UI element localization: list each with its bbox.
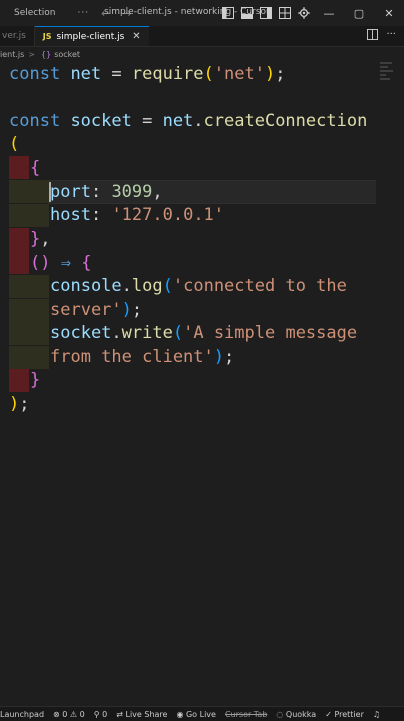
error-icon: ⊗: [53, 709, 60, 719]
antenna-icon: ⚲: [93, 709, 100, 719]
live-share-icon: ⇄: [116, 709, 123, 719]
tab-label: ver.js: [2, 31, 26, 41]
minimize-button[interactable]: —: [314, 0, 344, 26]
code-line-5: {: [30, 158, 41, 178]
notifications-bell-icon[interactable]: ♫: [373, 710, 380, 719]
menu-more[interactable]: ···: [77, 8, 89, 18]
status-bar: Launchpad ⊗ 0 ⚠ 0 ⚲ 0 ⇄ Live Share ◉ Go …: [0, 706, 404, 721]
live-share-item[interactable]: ⇄ Live Share: [116, 710, 167, 719]
breadcrumb: ient.js > {} socket: [0, 47, 404, 61]
indent-guide: [9, 275, 49, 298]
indent-guide: [9, 156, 29, 179]
menu-selection[interactable]: Selection: [14, 8, 55, 18]
indent-guide: [9, 299, 49, 322]
tab-simple-client-js[interactable]: JS simple-client.js ✕: [34, 26, 149, 46]
code-line-14: }: [30, 370, 41, 390]
code-line-7: host: '127.0.0.1': [50, 205, 225, 225]
code-editor[interactable]: const net = require('net'); const socket…: [0, 62, 404, 702]
cursor-tab-item[interactable]: Cursor Tab: [225, 710, 267, 719]
indent-guide: [9, 251, 29, 274]
code-line-9: () ⇒ {: [30, 253, 92, 273]
toggle-sidebar-icon[interactable]: [219, 4, 237, 22]
indent-guide: [9, 369, 29, 392]
indent-guide: [9, 180, 49, 203]
close-window-button[interactable]: ✕: [374, 0, 404, 26]
indent-guide: [9, 346, 49, 369]
quokka-icon: ◌: [276, 709, 284, 719]
editor-actions: ···: [367, 29, 396, 43]
close-tab-icon[interactable]: ✕: [132, 31, 140, 42]
indent-guide: [9, 228, 29, 251]
quokka-item[interactable]: ◌ Quokka: [276, 710, 316, 719]
problems-item[interactable]: ⊗ 0 ⚠ 0: [53, 710, 85, 719]
ports-item[interactable]: ⚲ 0: [94, 710, 108, 719]
code-line-8: },: [30, 229, 51, 249]
indent-guide: [9, 204, 49, 227]
code-line-3: const socket = net.createConnection: [9, 111, 368, 131]
prettier-item[interactable]: ✓ Prettier: [325, 710, 364, 719]
maximize-button[interactable]: ▢: [344, 0, 374, 26]
launchpad-item[interactable]: Launchpad: [0, 710, 44, 719]
code-line-11: server');: [50, 300, 143, 320]
toggle-secondary-sidebar-icon[interactable]: [257, 4, 275, 22]
breadcrumb-separator: >: [28, 49, 35, 59]
minimap[interactable]: [380, 62, 394, 82]
code-line-4: (: [9, 134, 20, 154]
code-line-12: socket.write('A simple message: [50, 323, 358, 343]
go-live-item[interactable]: ◉ Go Live: [176, 710, 216, 719]
text-cursor: [49, 182, 51, 202]
breadcrumb-symbol[interactable]: socket: [54, 50, 80, 59]
split-editor-icon[interactable]: [367, 29, 379, 43]
code-line-13: from the client');: [50, 347, 235, 367]
more-actions-icon[interactable]: ···: [386, 29, 396, 43]
title-bar-controls: — ▢ ✕: [219, 0, 404, 26]
settings-gear-icon[interactable]: [295, 4, 313, 22]
title-bar: Selection ··· ← → simple-client.js - net…: [0, 0, 404, 27]
javascript-file-icon: JS: [42, 32, 52, 41]
indent-guide: [9, 322, 49, 345]
code-line-15: );: [9, 394, 30, 414]
code-line-1: const net = require('net');: [9, 64, 286, 84]
tab-label: simple-client.js: [56, 31, 125, 42]
warning-icon: ⚠: [69, 709, 78, 719]
tab-server-js[interactable]: ver.js: [0, 26, 35, 46]
broadcast-icon: ◉: [176, 709, 184, 719]
check-double-icon: ✓: [325, 709, 332, 719]
code-line-10: console.log('connected to the: [50, 276, 347, 296]
customize-layout-icon[interactable]: [276, 4, 294, 22]
toggle-panel-icon[interactable]: [238, 4, 256, 22]
symbol-object-icon: {}: [41, 49, 52, 59]
editor-tabs: ver.js JS simple-client.js ✕ ···: [0, 26, 404, 47]
breadcrumb-file[interactable]: ient.js: [0, 50, 24, 59]
code-line-6: port: 3099,: [50, 182, 163, 202]
